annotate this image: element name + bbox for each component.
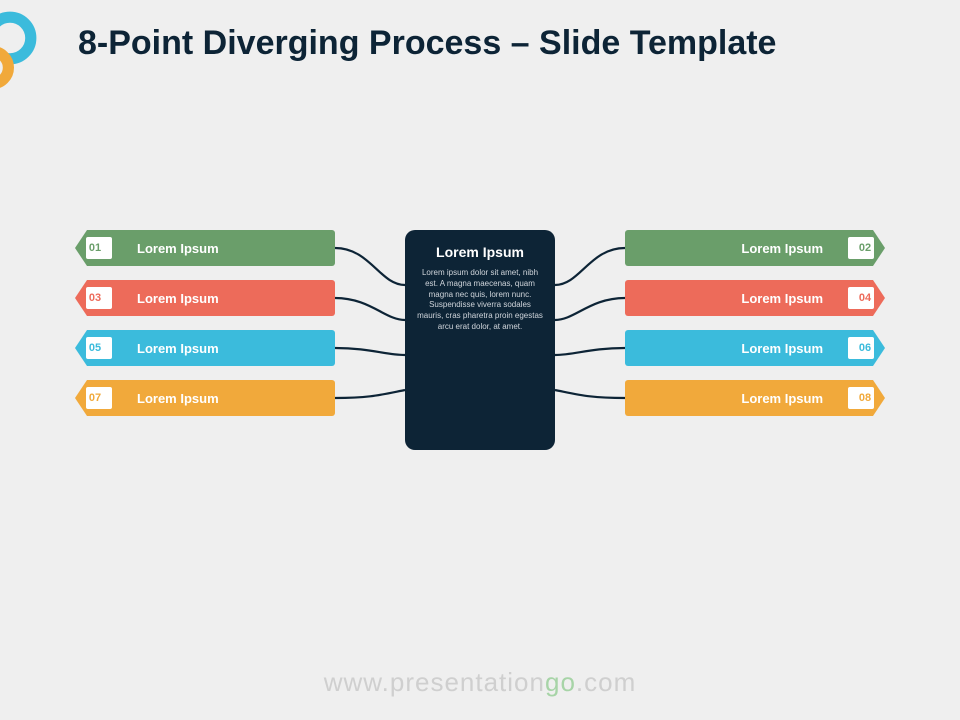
item-05-number: 05 <box>89 342 101 354</box>
item-06-label: Lorem Ipsum <box>625 330 845 366</box>
item-02: 02 Lorem Ipsum <box>625 230 885 266</box>
item-02-tab: 02 <box>845 230 885 266</box>
diagram: Lorem Ipsum Lorem ipsum dolor sit amet, … <box>0 230 960 490</box>
item-06: 06 Lorem Ipsum <box>625 330 885 366</box>
item-08-tab: 08 <box>845 380 885 416</box>
item-08-number: 08 <box>859 392 871 404</box>
item-04: 04 Lorem Ipsum <box>625 280 885 316</box>
item-06-tab: 06 <box>845 330 885 366</box>
item-07-number: 07 <box>89 392 101 404</box>
item-05: 05 Lorem Ipsum <box>75 330 335 366</box>
item-08: 08 Lorem Ipsum <box>625 380 885 416</box>
item-08-label: Lorem Ipsum <box>625 380 845 416</box>
logo-icon <box>0 10 50 90</box>
item-03: 03 Lorem Ipsum <box>75 280 335 316</box>
item-02-number: 02 <box>859 242 871 254</box>
slide-title: 8-Point Diverging Process – Slide Templa… <box>78 24 776 63</box>
item-03-tab: 03 <box>75 280 115 316</box>
item-01-number: 01 <box>89 242 101 254</box>
center-desc: Lorem ipsum dolor sit amet, nibh est. A … <box>417 268 543 333</box>
item-01: 01 Lorem Ipsum <box>75 230 335 266</box>
item-06-number: 06 <box>859 342 871 354</box>
item-03-number: 03 <box>89 292 101 304</box>
item-01-label: Lorem Ipsum <box>115 230 335 266</box>
item-02-label: Lorem Ipsum <box>625 230 845 266</box>
item-04-tab: 04 <box>845 280 885 316</box>
item-03-label: Lorem Ipsum <box>115 280 335 316</box>
item-07-tab: 07 <box>75 380 115 416</box>
item-01-tab: 01 <box>75 230 115 266</box>
footer-url: www.presentationgo.com <box>0 667 960 698</box>
item-07: 07 Lorem Ipsum <box>75 380 335 416</box>
center-title: Lorem Ipsum <box>417 244 543 260</box>
item-05-label: Lorem Ipsum <box>115 330 335 366</box>
item-07-label: Lorem Ipsum <box>115 380 335 416</box>
item-05-tab: 05 <box>75 330 115 366</box>
item-04-number: 04 <box>859 292 871 304</box>
center-box: Lorem Ipsum Lorem ipsum dolor sit amet, … <box>405 230 555 450</box>
item-04-label: Lorem Ipsum <box>625 280 845 316</box>
